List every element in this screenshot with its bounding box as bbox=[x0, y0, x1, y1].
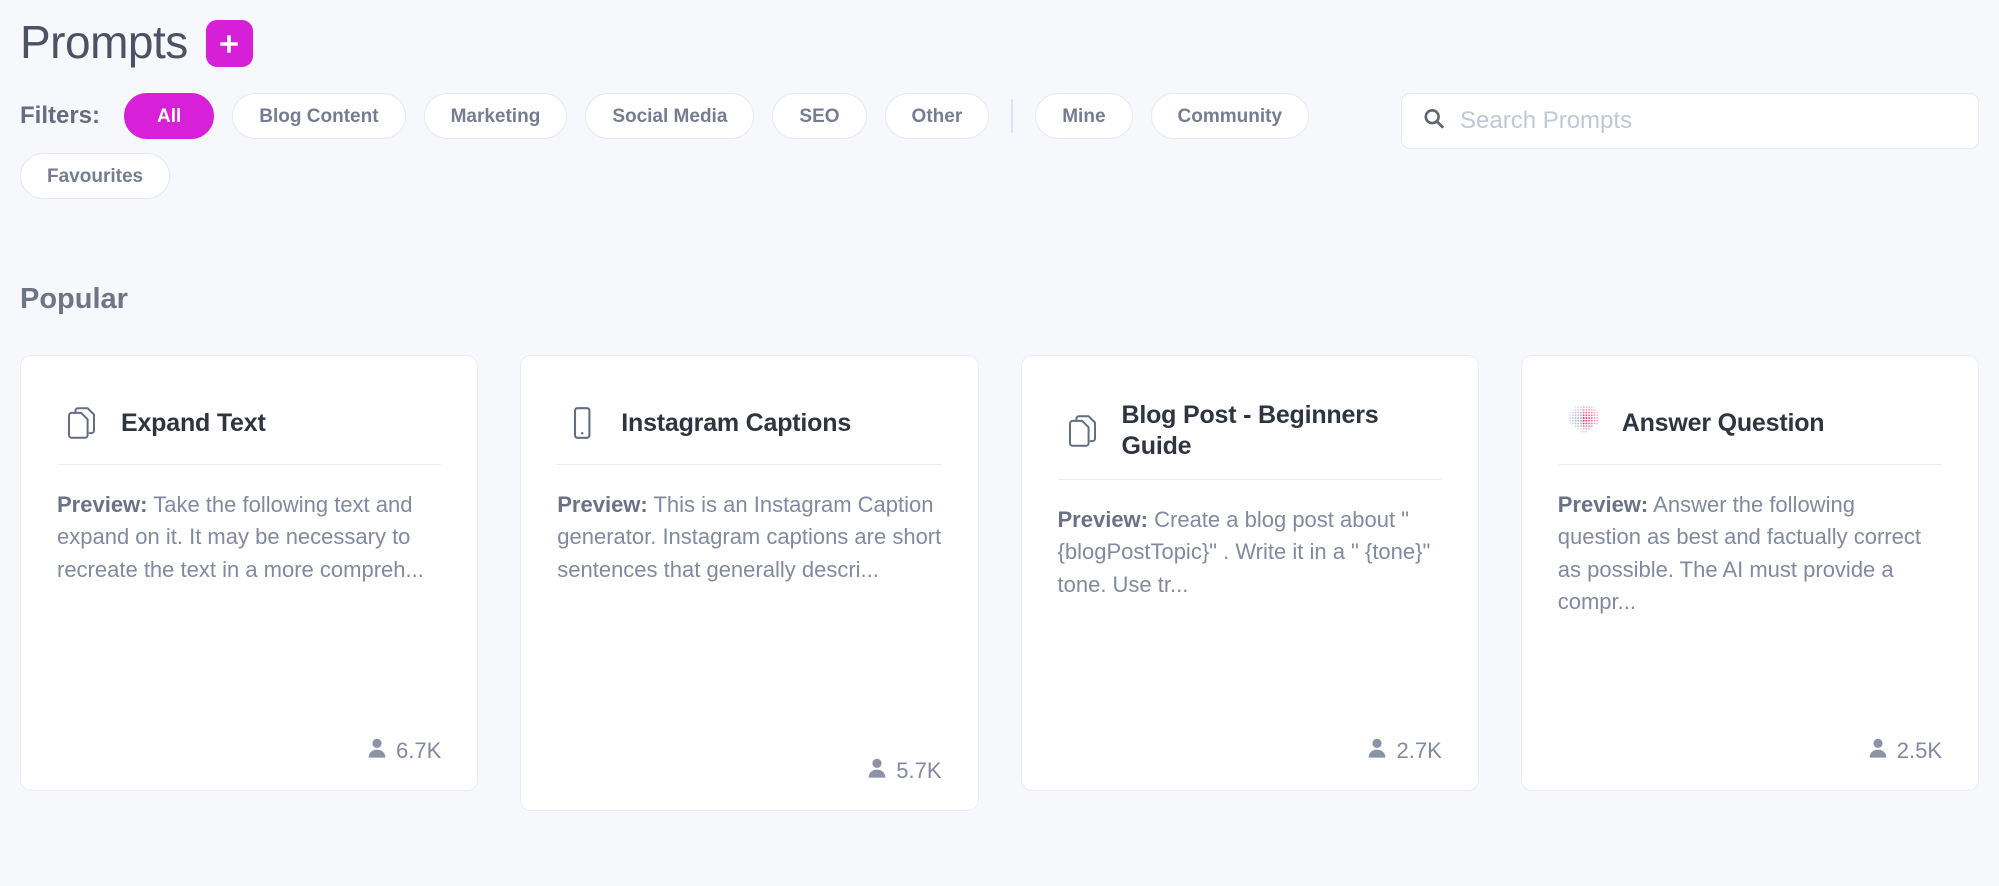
card-footer: 2.5K bbox=[1558, 737, 1942, 764]
mobile-phone-icon bbox=[565, 406, 599, 440]
filter-chip-community[interactable]: Community bbox=[1150, 93, 1310, 139]
prompts-page: Prompts Filters: All Blog Content Market… bbox=[0, 0, 1999, 886]
page-header: Prompts bbox=[0, 0, 1999, 67]
filter-chip-blog-content[interactable]: Blog Content bbox=[232, 93, 406, 139]
search-container bbox=[1401, 93, 1979, 149]
card-divider bbox=[1557, 464, 1942, 465]
card-divider bbox=[1057, 479, 1442, 480]
page-title: Prompts bbox=[20, 15, 188, 68]
user-icon bbox=[1367, 737, 1387, 764]
card-usage-count: 5.7K bbox=[896, 757, 942, 783]
user-icon bbox=[1868, 737, 1888, 764]
search-icon bbox=[1422, 107, 1446, 136]
filters-row: Filters: All Blog Content Marketing Soci… bbox=[0, 67, 1999, 199]
filter-chip-group: Filters: All Blog Content Marketing Soci… bbox=[20, 93, 1350, 199]
prompt-card[interactable]: Answer Question Preview: Answer the foll… bbox=[1520, 355, 1979, 791]
card-usage-count: 2.7K bbox=[1396, 737, 1442, 763]
filter-chip-favourites[interactable]: Favourites bbox=[20, 153, 171, 199]
search-input[interactable] bbox=[1402, 94, 1978, 148]
copy-documents-icon bbox=[1066, 414, 1100, 448]
card-preview-label: Preview: bbox=[557, 492, 648, 517]
card-footer: 5.7K bbox=[557, 757, 942, 784]
filter-chip-mine[interactable]: Mine bbox=[1035, 93, 1133, 139]
card-preview: Preview: Take the following text and exp… bbox=[57, 489, 441, 721]
card-title: Blog Post - Beginners Guide bbox=[1121, 401, 1379, 460]
user-icon bbox=[867, 757, 887, 784]
card-preview: Preview: Answer the following question a… bbox=[1558, 489, 1942, 721]
card-preview: Preview: This is an Instagram Caption ge… bbox=[557, 489, 941, 741]
filter-chip-seo[interactable]: SEO bbox=[772, 93, 867, 139]
card-divider bbox=[57, 464, 442, 465]
card-title: Answer Question bbox=[1621, 408, 1825, 437]
filter-chip-all[interactable]: All bbox=[124, 93, 215, 139]
card-header: Answer Question bbox=[1558, 388, 1942, 446]
card-footer: 6.7K bbox=[57, 737, 441, 764]
card-preview-label: Preview: bbox=[57, 492, 148, 517]
card-header: Blog Post - Beginners Guide bbox=[1058, 388, 1442, 461]
prompt-cards-grid: Expand Text Preview: Take the following … bbox=[0, 355, 1999, 811]
card-usage-count: 6.7K bbox=[395, 737, 442, 763]
card-footer: 2.7K bbox=[1058, 737, 1442, 764]
prompt-card[interactable]: Expand Text Preview: Take the following … bbox=[20, 355, 479, 791]
filter-chip-social-media[interactable]: Social Media bbox=[585, 93, 755, 139]
plus-icon bbox=[218, 33, 240, 55]
card-usage-count: 2.5K bbox=[1896, 737, 1942, 763]
filter-divider bbox=[1011, 99, 1014, 133]
user-icon bbox=[367, 737, 387, 764]
card-header: Expand Text bbox=[57, 388, 441, 446]
prompt-card[interactable]: Instagram Captions Preview: This is an I… bbox=[520, 355, 979, 811]
filter-chip-marketing[interactable]: Marketing bbox=[423, 93, 568, 139]
halftone-logo-icon bbox=[1566, 404, 1600, 442]
card-title: Instagram Captions bbox=[621, 408, 852, 437]
card-preview-label: Preview: bbox=[1557, 492, 1649, 517]
card-preview: Preview: Create a blog post about " {blo… bbox=[1058, 504, 1442, 721]
search-box[interactable] bbox=[1401, 93, 1979, 149]
card-divider bbox=[557, 464, 942, 465]
copy-documents-icon bbox=[65, 406, 99, 440]
card-title: Expand Text bbox=[121, 408, 266, 437]
filter-chip-other[interactable]: Other bbox=[884, 93, 990, 139]
prompt-card[interactable]: Blog Post - Beginners Guide Preview: Cre… bbox=[1020, 355, 1479, 791]
filters-label: Filters: bbox=[20, 102, 101, 129]
card-preview-label: Preview: bbox=[1057, 507, 1149, 532]
card-header: Instagram Captions bbox=[557, 388, 941, 446]
add-prompt-button[interactable] bbox=[205, 20, 253, 67]
section-title-popular: Popular bbox=[20, 283, 128, 315]
